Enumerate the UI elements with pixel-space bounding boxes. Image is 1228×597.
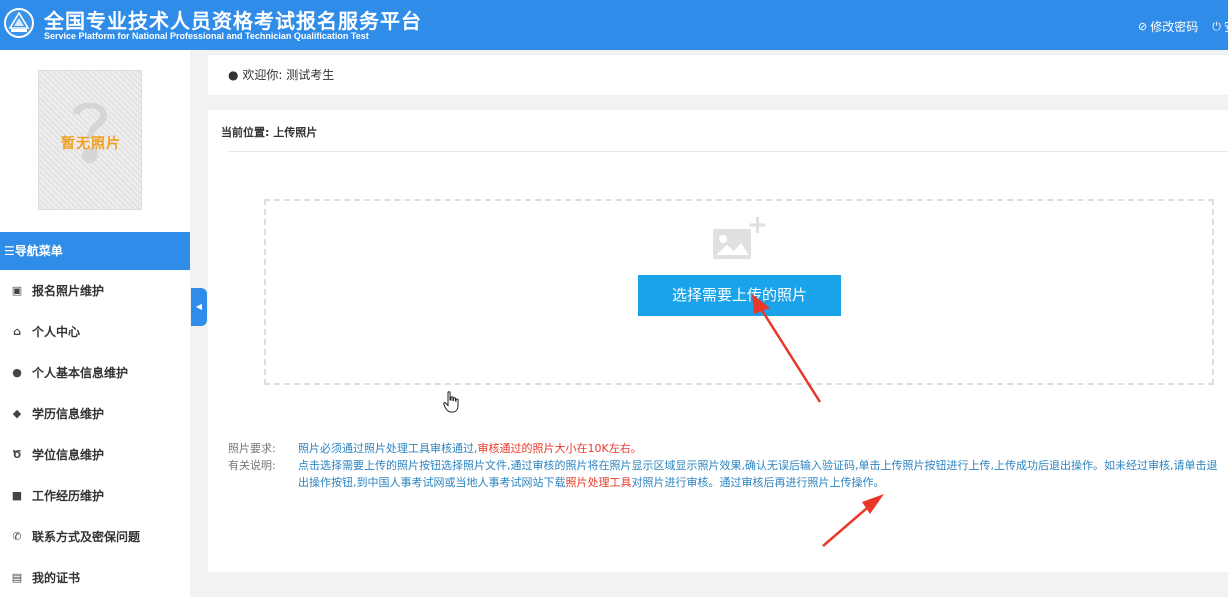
- add-image-icon: [713, 217, 766, 259]
- change-password-link[interactable]: ⊘ 修改密码: [1138, 18, 1198, 35]
- sidebar-item-label: 报名照片维护: [32, 284, 105, 298]
- welcome-bar: ● 欢迎你: 测试考生: [208, 55, 1228, 95]
- sidebar-item-personal-center[interactable]: ⌂ 个人中心: [0, 311, 190, 352]
- sidebar-item-education[interactable]: ◆ 学历信息维护: [0, 393, 190, 434]
- briefcase-icon: ■: [11, 489, 23, 502]
- sidebar-item-label: 我的证书: [32, 571, 81, 585]
- upload-panel: 当前位置: 上传照片 选择需要上传的照片 照片要求: 照片必须通过照片处理工具审…: [208, 110, 1228, 572]
- nav-menu: ▣ 报名照片维护 ⌂ 个人中心 ● 个人基本信息维护 ◆ 学历信息维护 Ծ 学位信息维护 …: [0, 270, 190, 597]
- requirements-highlight: 审核通过的照片大小在10K左右。: [477, 442, 642, 455]
- notes-text-end: 对照片进行审核。通过审核后再进行照片上传操作。: [631, 476, 885, 489]
- sidebar-item-degree[interactable]: Ծ 学位信息维护: [0, 434, 190, 475]
- breadcrumb: 当前位置: 上传照片: [221, 126, 318, 139]
- no-photo-text: 暂无照片: [61, 136, 121, 152]
- degree-icon: Ծ: [12, 448, 22, 461]
- logo-icon: [4, 8, 34, 38]
- graduation-cap-icon: ◆: [12, 407, 22, 420]
- sidebar-item-label: 个人中心: [32, 325, 81, 339]
- power-icon: ⏻: [1212, 19, 1221, 33]
- header-actions: ⊘ 修改密码 ⏻ 安: [1138, 18, 1228, 35]
- select-photo-button[interactable]: 选择需要上传的照片: [638, 275, 841, 316]
- user-icon: ●: [228, 68, 239, 82]
- home-icon: ⌂: [13, 325, 21, 338]
- upload-instructions: 照片要求: 照片必须通过照片处理工具审核通过,审核通过的照片大小在10K左右。 …: [228, 440, 1218, 491]
- welcome-label: 欢迎你:: [242, 68, 283, 82]
- change-password-label: 修改密码: [1150, 20, 1199, 34]
- user-icon: ●: [12, 366, 22, 379]
- hand-cursor-icon: [443, 391, 459, 413]
- welcome-name: 测试考生: [286, 68, 335, 82]
- sidebar-item-label: 工作经历维护: [32, 489, 105, 503]
- sidebar-collapse-toggle[interactable]: ◀: [191, 288, 207, 326]
- photo-placeholder: 暂无照片: [38, 70, 142, 210]
- logout-link[interactable]: ⏻ 安: [1212, 18, 1228, 35]
- photo-upload-dropzone[interactable]: 选择需要上传的照片: [264, 199, 1214, 385]
- sidebar-item-certificates[interactable]: ▤ 我的证书: [0, 557, 190, 597]
- sidebar: 暂无照片 ☰导航菜单 ▣ 报名照片维护 ⌂ 个人中心 ● 个人基本信息维护 ◆ 学历信息…: [0, 50, 190, 597]
- photo-tool-link[interactable]: 照片处理工具: [566, 476, 632, 489]
- sidebar-item-contact[interactable]: ✆ 联系方式及密保问题: [0, 516, 190, 557]
- question-mark-icon: [73, 102, 107, 163]
- edit-icon: ⊘: [1138, 20, 1148, 33]
- caret-left-icon: ◀: [195, 302, 203, 311]
- sidebar-item-work-history[interactable]: ■ 工作经历维护: [0, 475, 190, 516]
- sidebar-item-label: 个人基本信息维护: [32, 366, 129, 380]
- certificate-icon: ▤: [11, 571, 23, 584]
- requirements-label: 照片要求:: [228, 442, 276, 455]
- sidebar-item-label: 学位信息维护: [32, 448, 105, 462]
- platform-subtitle: Service Platform for National Profession…: [44, 31, 369, 41]
- logout-label: 安: [1224, 18, 1228, 35]
- requirements-text: 照片必须通过照片处理工具审核通过,: [298, 442, 478, 455]
- notes-label: 有关说明:: [228, 459, 276, 472]
- image-icon: ▣: [11, 284, 23, 297]
- sidebar-item-photo[interactable]: ▣ 报名照片维护: [0, 270, 190, 311]
- sidebar-item-label: 联系方式及密保问题: [32, 530, 141, 544]
- sidebar-item-basic-info[interactable]: ● 个人基本信息维护: [0, 352, 190, 393]
- platform-title: 全国专业技术人员资格考试报名服务平台: [44, 9, 422, 33]
- phone-icon: ✆: [12, 530, 22, 543]
- header-bar: 全国专业技术人员资格考试报名服务平台 Service Platform for …: [0, 0, 1228, 50]
- nav-menu-title: ☰导航菜单: [0, 232, 190, 270]
- divider: [228, 151, 1228, 152]
- sidebar-item-label: 学历信息维护: [32, 407, 105, 421]
